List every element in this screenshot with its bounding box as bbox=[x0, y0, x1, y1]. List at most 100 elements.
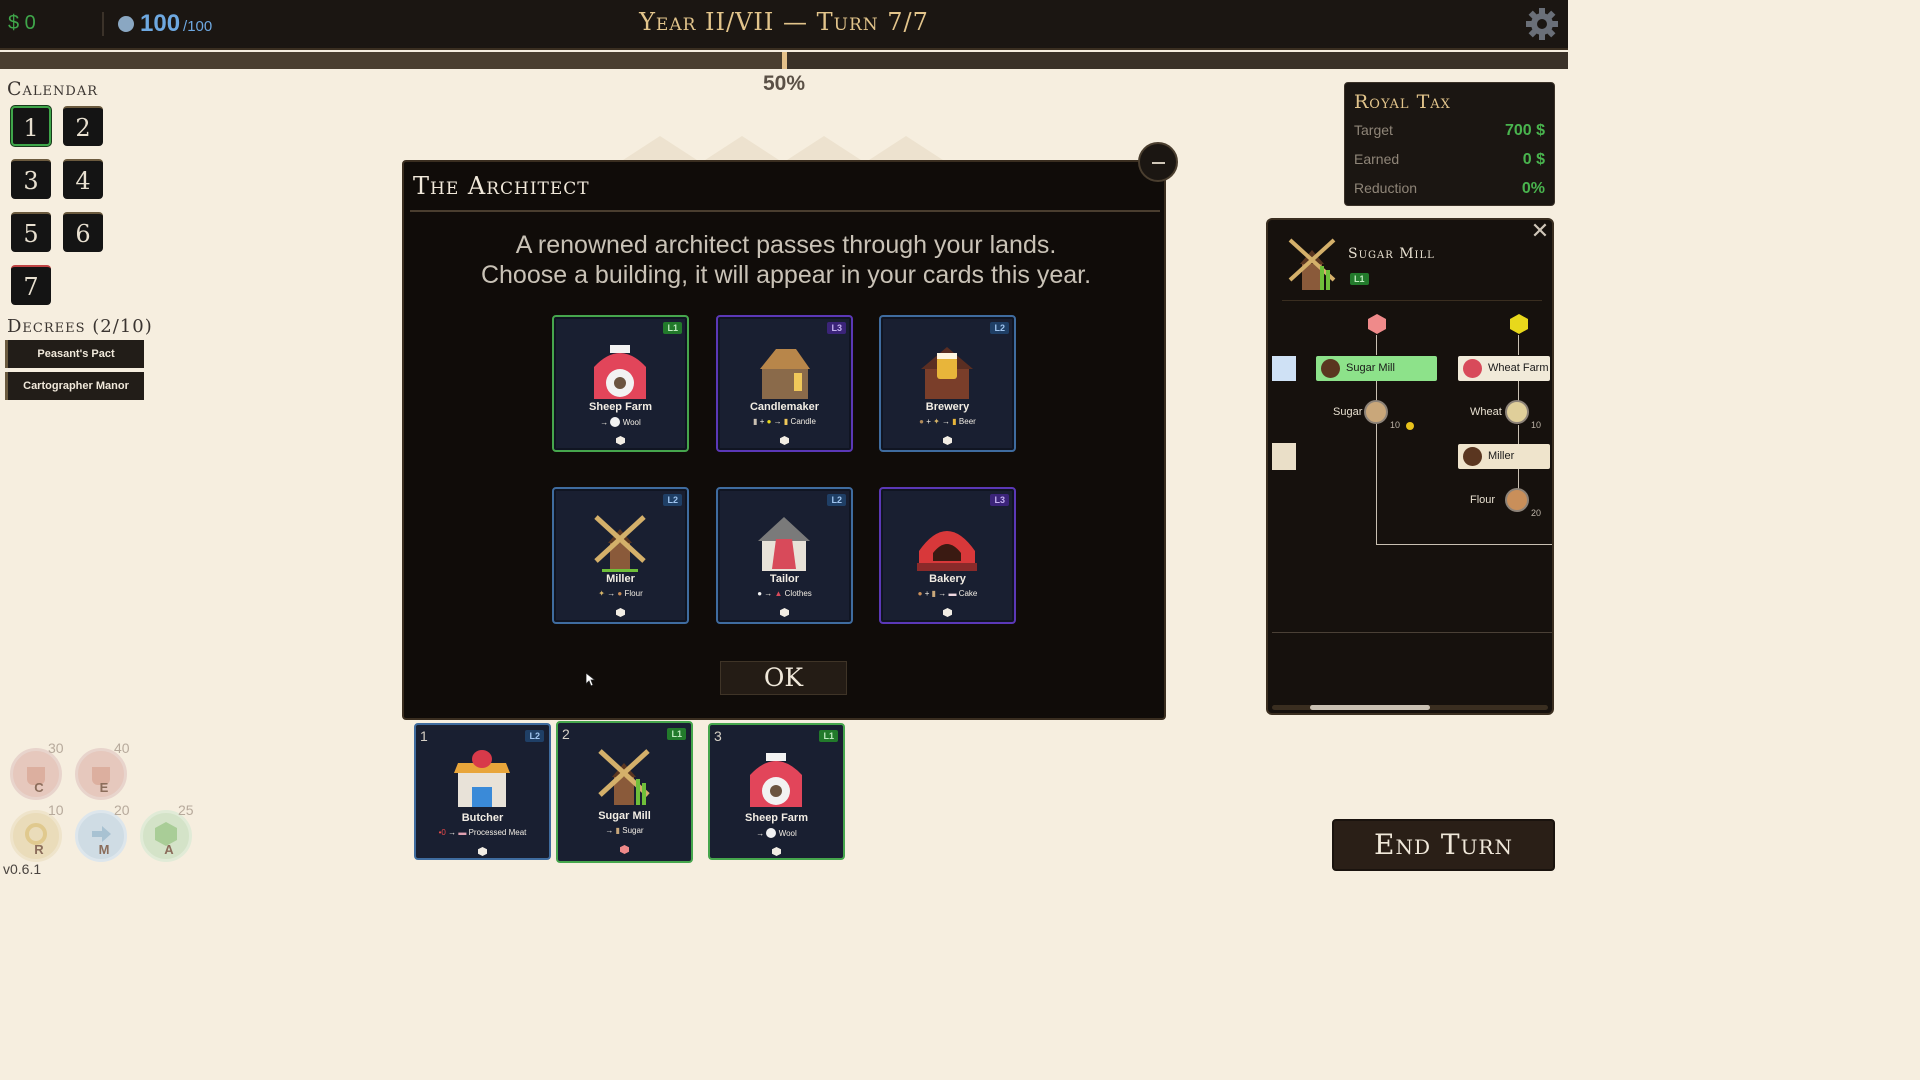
card-cost-icon bbox=[616, 608, 625, 617]
wool-icon bbox=[766, 828, 777, 838]
tree-node-wheat-farm[interactable]: Wheat Farm bbox=[1458, 356, 1550, 381]
mouse-cursor-icon bbox=[586, 673, 595, 686]
yellow-hex-icon bbox=[1510, 314, 1528, 334]
tree-node-sugar-mill-label: Sugar Mill bbox=[1346, 362, 1395, 374]
card-recipe: → Wool bbox=[756, 828, 797, 838]
building-card-candlemaker[interactable]: L3 Candlemaker ▮ + ● → ▮ Candle bbox=[716, 315, 853, 452]
dialog-close-button[interactable] bbox=[1138, 142, 1178, 182]
turn-title: Year II/VII — Turn 7/7 bbox=[639, 8, 929, 36]
card-cost-icon bbox=[478, 847, 487, 856]
building-detail-panel: Sugar Mill L1 Sugar Mill Wheat Farm Suga… bbox=[1266, 218, 1554, 715]
red-hex-icon bbox=[1368, 314, 1386, 334]
ability-a-cost: 25 bbox=[178, 802, 194, 818]
building-card-sheep-farm[interactable]: L1 Sheep Farm → Wool bbox=[552, 315, 689, 452]
decree-peasants-pact[interactable]: Peasant's Pact bbox=[5, 340, 144, 368]
calendar-day-4[interactable]: 4 bbox=[63, 159, 103, 199]
card-output: Cake bbox=[958, 589, 978, 598]
decree-cartographer-manor[interactable]: Cartographer Manor bbox=[5, 372, 144, 400]
card-cost-icon bbox=[780, 608, 789, 617]
offscreen-node[interactable] bbox=[1272, 443, 1296, 470]
building-card-miller[interactable]: L2 Miller ✦ → ● Flour bbox=[552, 487, 689, 624]
flour-icon: ● bbox=[917, 589, 923, 598]
calendar-day-3[interactable]: 3 bbox=[11, 159, 51, 199]
card-output: Flour bbox=[624, 589, 643, 598]
sugar-mill-icon bbox=[598, 749, 650, 805]
card-level-badge: L1 bbox=[663, 322, 682, 334]
tax-reduction-value: 0% bbox=[1521, 180, 1545, 197]
calendar-day-5[interactable]: 5 bbox=[11, 212, 51, 252]
beer-icon: ▮ bbox=[952, 417, 957, 426]
card-level-badge: L3 bbox=[827, 322, 846, 334]
ability-m-cost: 20 bbox=[114, 802, 130, 818]
close-icon[interactable]: ✕ bbox=[1530, 220, 1550, 242]
ability-a-letter: A bbox=[164, 842, 174, 857]
year-progress-label: 50% bbox=[762, 72, 806, 95]
building-card-bakery[interactable]: L3 Bakery ● + ▮ → ▬ Cake bbox=[879, 487, 1016, 624]
card-number: 1 bbox=[420, 728, 428, 744]
dialog-description: A renowned architect passes through your… bbox=[404, 230, 1168, 290]
calendar-day-6[interactable]: 6 bbox=[63, 212, 103, 252]
card-level-badge: L2 bbox=[663, 494, 682, 506]
building-card-tailor[interactable]: L2 Tailor ● → ▲ Clothes bbox=[716, 487, 853, 624]
version-label: v0.6.1 bbox=[3, 861, 42, 877]
calendar-day-2[interactable]: 2 bbox=[63, 106, 103, 146]
top-bar: $ 0 100/100 Year II/VII — Turn 7/7 bbox=[0, 0, 1568, 50]
tax-earned-row: Earned 0 $ bbox=[1354, 151, 1545, 168]
bakery-oven-icon bbox=[917, 531, 977, 571]
tree-node-sugar-mill[interactable]: Sugar Mill bbox=[1316, 356, 1437, 381]
detail-scrollbar-track[interactable] bbox=[1272, 705, 1548, 710]
sheep-barn-icon bbox=[750, 753, 802, 807]
candle-icon: ▮ bbox=[783, 417, 789, 426]
card-cost-icon bbox=[780, 436, 789, 445]
card-cost-icon bbox=[616, 436, 625, 445]
card-name: Sheep Farm bbox=[589, 401, 652, 413]
hand-card-sugar-mill[interactable]: 2 L1 Sugar Mill → ▮ Sugar bbox=[556, 721, 693, 863]
card-recipe: ▮ + ● → ▮ Candle bbox=[753, 417, 816, 426]
building-card-brewery[interactable]: L2 Brewery ● + ✦ → ▮ Beer bbox=[879, 315, 1016, 452]
flour-icon: ● bbox=[617, 589, 623, 598]
ability-e-cost: 40 bbox=[114, 740, 130, 756]
card-name: Sugar Mill bbox=[598, 810, 651, 822]
end-turn-button[interactable]: End Turn bbox=[1332, 819, 1555, 871]
ability-e-letter: E bbox=[99, 780, 109, 795]
windmill-icon bbox=[1321, 359, 1340, 378]
tree-node-miller-label: Miller bbox=[1488, 450, 1515, 462]
ability-m-letter: M bbox=[98, 842, 110, 857]
card-cost-icon bbox=[620, 845, 629, 854]
hand-card-sheep-farm[interactable]: 3 L1 Sheep Farm → Wool bbox=[708, 723, 845, 860]
minus-icon bbox=[1152, 162, 1165, 164]
offscreen-node[interactable] bbox=[1272, 356, 1296, 381]
ok-button[interactable]: OK bbox=[720, 661, 847, 695]
card-recipe: •0 → ▬ Processed Meat bbox=[438, 828, 527, 837]
card-name: Miller bbox=[606, 573, 635, 585]
card-recipe: ● + ✦ → ▮ Beer bbox=[919, 417, 976, 426]
tree-node-miller[interactable]: Miller bbox=[1458, 444, 1550, 469]
windmill-icon bbox=[594, 515, 646, 572]
dialog-description-line-2: Choose a building, it will appear in you… bbox=[480, 261, 1092, 289]
butcher-shop-icon bbox=[454, 750, 510, 807]
card-output: Wool bbox=[778, 829, 797, 838]
cake-icon: ▬ bbox=[948, 589, 957, 598]
tax-target-label: Target bbox=[1354, 122, 1393, 138]
card-level-badge: L2 bbox=[525, 730, 544, 742]
calendar-day-1[interactable]: 1 bbox=[11, 106, 51, 146]
card-name: Candlemaker bbox=[749, 401, 820, 413]
detail-scrollbar-thumb[interactable] bbox=[1310, 705, 1430, 710]
card-output: Clothes bbox=[784, 589, 812, 598]
royal-tax-panel: Royal Tax Target 700 $ Earned 0 $ Reductio… bbox=[1344, 82, 1555, 206]
card-recipe: ✦ → ● Flour bbox=[598, 589, 643, 598]
wheat-icon: ✦ bbox=[598, 589, 605, 598]
gear-icon[interactable] bbox=[1524, 6, 1560, 42]
hops-icon: ● bbox=[919, 417, 924, 426]
card-output: Processed Meat bbox=[468, 828, 527, 837]
card-cost-icon bbox=[772, 847, 781, 856]
hand-card-butcher[interactable]: 1 L2 Butcher •0 → ▬ Processed Meat bbox=[414, 723, 551, 860]
sheep-barn-icon bbox=[594, 345, 646, 399]
barn-icon bbox=[1463, 359, 1482, 378]
sugar-icon bbox=[1364, 400, 1388, 424]
calendar-day-7[interactable]: 7 bbox=[11, 265, 51, 305]
tax-reduction-row: Reduction 0% bbox=[1354, 180, 1545, 197]
resource-flour-label: Flour bbox=[1470, 494, 1496, 506]
decorative-peak bbox=[784, 136, 864, 162]
card-recipe: ● + ▮ → ▬ Cake bbox=[917, 589, 978, 598]
